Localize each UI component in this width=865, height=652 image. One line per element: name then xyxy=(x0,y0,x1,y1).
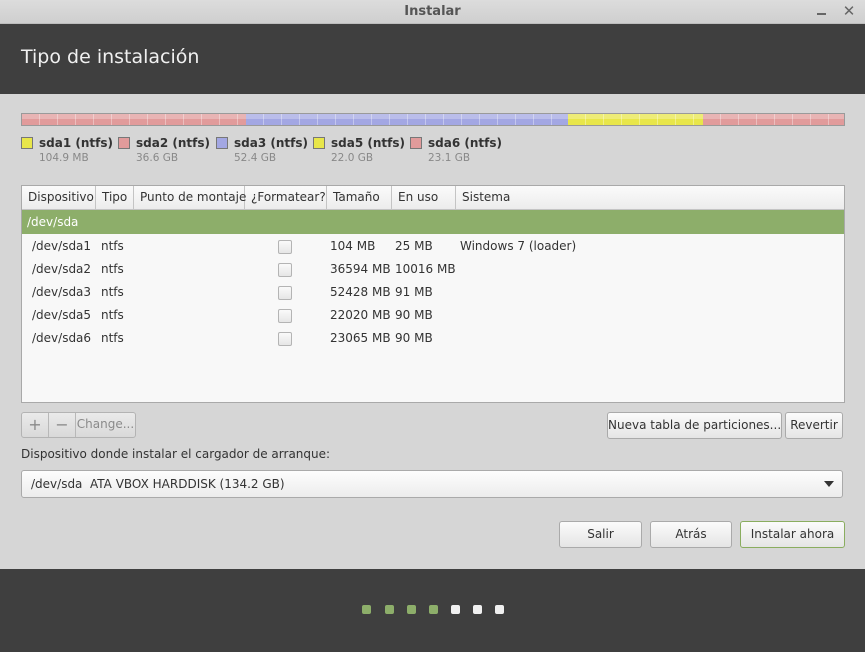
legend-swatch xyxy=(410,137,422,149)
cell-type: ntfs xyxy=(101,239,124,253)
bootloader-device-description: ATA VBOX HARDDISK (134.2 GB) xyxy=(90,477,285,491)
cell-size: 23065 MB xyxy=(330,331,391,345)
cell-type: ntfs xyxy=(101,285,124,299)
progress-footer xyxy=(0,569,865,652)
partition-bar-segment-sda3 xyxy=(245,114,569,125)
window-title: Instalar xyxy=(404,4,461,19)
legend-label: sda5 (ntfs) xyxy=(331,136,405,150)
quit-button[interactable]: Salir xyxy=(559,521,642,548)
cell-system: Windows 7 (loader) xyxy=(460,239,577,253)
cell-type: ntfs xyxy=(101,262,124,276)
column-header-format[interactable]: ¿Formatear? xyxy=(245,186,327,210)
format-checkbox[interactable] xyxy=(278,263,292,277)
cell-type: ntfs xyxy=(101,331,124,345)
remove-partition-button[interactable]: − xyxy=(49,413,75,437)
cell-size: 52428 MB xyxy=(330,285,391,299)
legend-size: 52.4 GB xyxy=(234,152,277,164)
cell-device: /dev/sda6 xyxy=(32,331,92,345)
partition-bar-segment-sda5 xyxy=(567,114,704,125)
legend-swatch xyxy=(21,137,33,149)
cell-size: 22020 MB xyxy=(330,308,391,322)
partition-table: Dispositivo Tipo Punto de montaje ¿Forma… xyxy=(21,185,845,403)
progress-dot-completed xyxy=(362,605,371,614)
bootloader-device: /dev/sda xyxy=(31,477,83,491)
column-header-mount[interactable]: Punto de montaje xyxy=(134,186,246,210)
bootloader-device-select[interactable]: /dev/sda ATA VBOX HARDDISK (134.2 GB) xyxy=(21,470,843,498)
column-header-used[interactable]: En uso xyxy=(392,186,456,210)
format-checkbox[interactable] xyxy=(278,332,292,346)
table-row[interactable]: /dev/sda1 ntfs 104 MB 25 MB Windows 7 (l… xyxy=(22,235,844,258)
cell-used: 91 MB xyxy=(395,285,433,299)
legend-swatch xyxy=(216,137,228,149)
column-header-type[interactable]: Tipo xyxy=(96,186,134,210)
cell-device: /dev/sda1 xyxy=(32,239,92,253)
progress-dot-completed xyxy=(407,605,416,614)
change-partition-button[interactable]: Change... xyxy=(76,413,135,437)
progress-dot-completed xyxy=(385,605,394,614)
legend-size: 23.1 GB xyxy=(428,152,471,164)
bootloader-label: Dispositivo donde instalar el cargador d… xyxy=(21,447,331,461)
new-partition-table-button[interactable]: Nueva tabla de particiones... xyxy=(607,412,782,439)
progress-dot-pending xyxy=(473,605,482,614)
table-row[interactable]: /dev/sda6 ntfs 23065 MB 90 MB xyxy=(22,327,844,350)
chevron-down-icon xyxy=(824,481,834,487)
legend-size: 36.6 GB xyxy=(136,152,179,164)
cell-size: 36594 MB xyxy=(330,262,391,276)
table-row[interactable]: /dev/sda2 ntfs 36594 MB 10016 MB xyxy=(22,258,844,281)
legend-size: 104.9 MB xyxy=(39,152,89,164)
back-button[interactable]: Atrás xyxy=(650,521,732,548)
cell-device: /dev/sda3 xyxy=(32,285,92,299)
install-now-button[interactable]: Instalar ahora xyxy=(740,521,845,548)
column-header-size[interactable]: Tamaño xyxy=(327,186,392,210)
progress-dot-completed xyxy=(429,605,438,614)
legend-swatch xyxy=(118,137,130,149)
legend-label: sda2 (ntfs) xyxy=(136,136,210,150)
legend-label: sda3 (ntfs) xyxy=(234,136,308,150)
cell-device: /dev/sda2 xyxy=(32,262,92,276)
table-row[interactable]: /dev/sda3 ntfs 52428 MB 91 MB xyxy=(22,281,844,304)
title-bar: Instalar ✕ xyxy=(0,0,865,24)
column-header-system[interactable]: Sistema xyxy=(456,186,844,210)
partition-bar xyxy=(21,113,845,126)
progress-dot-pending xyxy=(495,605,504,614)
add-partition-button[interactable]: + xyxy=(22,413,48,437)
legend-swatch xyxy=(313,137,325,149)
minimize-icon[interactable] xyxy=(815,1,829,21)
legend-label: sda6 (ntfs) xyxy=(428,136,502,150)
main-content: sda1 (ntfs) 104.9 MB sda2 (ntfs) 36.6 GB… xyxy=(0,94,865,569)
cell-device: /dev/sda5 xyxy=(32,308,92,322)
partition-bar-segment-sda6 xyxy=(703,114,844,125)
cell-size: 104 MB xyxy=(330,239,376,253)
page-title: Tipo de instalación xyxy=(21,46,200,68)
format-checkbox[interactable] xyxy=(278,240,292,254)
cell-used: 90 MB xyxy=(395,331,433,345)
legend-label: sda1 (ntfs) xyxy=(39,136,113,150)
format-checkbox[interactable] xyxy=(278,309,292,323)
partition-toolbar: + − Change... xyxy=(21,412,136,438)
format-checkbox[interactable] xyxy=(278,286,292,300)
cell-used: 90 MB xyxy=(395,308,433,322)
legend-size: 22.0 GB xyxy=(331,152,374,164)
progress-dot-pending xyxy=(451,605,460,614)
table-group-row-sda[interactable]: /dev/sda xyxy=(22,210,844,234)
partition-bar-segment-sda1-sda2 xyxy=(22,114,246,125)
table-row[interactable]: /dev/sda5 ntfs 22020 MB 90 MB xyxy=(22,304,844,327)
cell-used: 25 MB xyxy=(395,239,433,253)
column-header-device[interactable]: Dispositivo xyxy=(22,186,96,210)
close-icon[interactable]: ✕ xyxy=(841,2,857,20)
cell-type: ntfs xyxy=(101,308,124,322)
cell-used: 10016 MB xyxy=(395,262,456,276)
page-header: Tipo de instalación xyxy=(0,24,865,94)
table-header: Dispositivo Tipo Punto de montaje ¿Forma… xyxy=(22,186,844,210)
revert-button[interactable]: Revertir xyxy=(785,412,843,439)
